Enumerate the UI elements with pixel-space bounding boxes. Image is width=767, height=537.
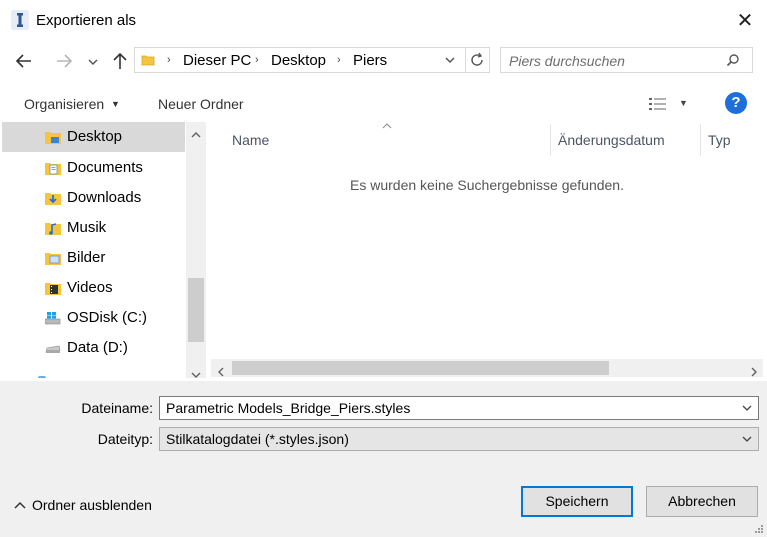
column-header-date[interactable]: Änderungsdatum [558, 132, 665, 148]
up-arrow-icon[interactable] [106, 48, 134, 74]
organize-label: Organisieren [24, 96, 105, 112]
save-button[interactable]: Speichern [521, 486, 633, 517]
dropdown-arrow-icon: ▼ [111, 99, 120, 109]
window-title: Exportieren als [36, 12, 137, 29]
title-bar: Exportieren als ✕ [0, 0, 767, 42]
refresh-icon[interactable] [468, 51, 486, 69]
pictures-folder-icon [45, 253, 61, 265]
downloads-folder-icon [45, 193, 61, 205]
sidebar-item-data-drive[interactable]: Data (D:) [2, 333, 185, 363]
breadcrumb-item[interactable]: Dieser PC [183, 52, 251, 69]
music-folder-icon [45, 223, 61, 235]
hide-folders-label: Ordner ausblenden [32, 497, 152, 513]
address-dropdown-icon[interactable] [442, 52, 458, 68]
filename-label: Dateiname: [81, 400, 153, 416]
windows-drive-icon [45, 312, 61, 325]
sidebar-item-label: Musik [67, 219, 107, 236]
videos-folder-icon [45, 283, 61, 295]
partial-network-icon [38, 376, 46, 378]
filetype-label: Dateityp: [97, 431, 153, 447]
search-icon[interactable] [726, 53, 740, 67]
toolbar: Organisieren ▼ Neuer Ordner ▼ ? [0, 88, 767, 120]
sort-ascending-icon [382, 123, 392, 129]
sidebar-item-downloads[interactable]: Downloads [2, 183, 185, 213]
sidebar-scrollbar[interactable] [186, 122, 206, 378]
close-icon[interactable]: ✕ [733, 8, 757, 34]
navigation-pane: Desktop Documents Downloads Musik Bilder… [2, 122, 206, 378]
empty-results-message: Es wurden keine Suchergebnisse gefunden. [350, 177, 624, 193]
sidebar-item-osdisk[interactable]: OSDisk (C:) [2, 303, 185, 333]
sidebar-item-documents[interactable]: Documents [2, 153, 185, 183]
search-placeholder: Piers durchsuchen [509, 53, 625, 69]
sidebar-item-pictures[interactable]: Bilder [2, 243, 185, 273]
back-arrow-icon[interactable] [10, 48, 38, 74]
address-divider [465, 47, 466, 73]
filetype-value: Stilkatalogdatei (*.styles.json) [166, 431, 349, 447]
sidebar-item-label: OSDisk (C:) [67, 309, 147, 326]
column-header-name[interactable]: Name [232, 132, 269, 148]
breadcrumb-item[interactable]: Piers [353, 52, 387, 69]
content-horizontal-scrollbar[interactable] [211, 359, 763, 377]
breadcrumb-item[interactable]: Desktop [271, 52, 326, 69]
view-dropdown-icon[interactable]: ▼ [679, 98, 688, 108]
bottom-panel: Dateiname: Parametric Models_Bridge_Pier… [0, 381, 767, 537]
breadcrumb-separator-icon: › [255, 54, 259, 66]
scroll-right-icon[interactable] [750, 364, 758, 382]
scroll-thumb[interactable] [188, 278, 204, 342]
sidebar-item-label: Bilder [67, 249, 106, 266]
app-icon [11, 10, 29, 30]
new-folder-button[interactable]: Neuer Ordner [158, 96, 244, 112]
horizontal-scroll-thumb[interactable] [232, 361, 609, 375]
column-divider[interactable] [550, 124, 551, 156]
breadcrumb-separator-icon: › [167, 54, 171, 66]
chevron-up-icon [14, 501, 26, 509]
folder-icon [141, 55, 155, 66]
sidebar-item-label: Data (D:) [67, 339, 128, 356]
recent-locations-chevron-icon[interactable] [84, 49, 102, 75]
filename-value: Parametric Models_Bridge_Piers.styles [166, 400, 411, 416]
search-box[interactable]: Piers durchsuchen [500, 47, 753, 73]
resize-grip-icon[interactable] [754, 524, 764, 534]
view-options-icon[interactable] [648, 95, 670, 113]
sidebar-item-label: Documents [67, 159, 143, 176]
chevron-down-icon [742, 436, 752, 442]
file-list: Name Änderungsdatum Typ Es wurden keine … [211, 122, 763, 378]
desktop-folder-icon [45, 132, 61, 144]
scroll-left-icon[interactable] [217, 364, 225, 382]
sidebar-item-music[interactable]: Musik [2, 213, 185, 243]
forward-arrow-icon[interactable] [50, 48, 78, 74]
organize-menu-button[interactable]: Organisieren ▼ [24, 96, 120, 112]
help-icon[interactable]: ? [725, 92, 747, 114]
address-bar[interactable]: › Dieser PC › Desktop › Piers [134, 47, 490, 73]
chevron-down-icon[interactable] [742, 405, 752, 412]
column-divider[interactable] [700, 124, 701, 156]
drive-icon [45, 345, 61, 353]
sidebar-item-videos[interactable]: Videos [2, 273, 185, 303]
filetype-select[interactable]: Stilkatalogdatei (*.styles.json) [159, 427, 759, 451]
documents-folder-icon [45, 163, 61, 175]
filename-input[interactable]: Parametric Models_Bridge_Piers.styles [159, 396, 759, 420]
scroll-up-icon[interactable] [191, 126, 201, 144]
sidebar-item-label: Videos [67, 279, 113, 296]
sidebar-item-label: Downloads [67, 189, 142, 206]
column-header-type[interactable]: Typ [708, 132, 731, 148]
sidebar-item-desktop[interactable]: Desktop [2, 122, 185, 152]
hide-folders-toggle[interactable]: Ordner ausblenden [14, 497, 152, 513]
cancel-button[interactable]: Abbrechen [646, 486, 758, 517]
breadcrumb-separator-icon: › [337, 54, 341, 66]
sidebar-item-label: Desktop [67, 128, 123, 145]
